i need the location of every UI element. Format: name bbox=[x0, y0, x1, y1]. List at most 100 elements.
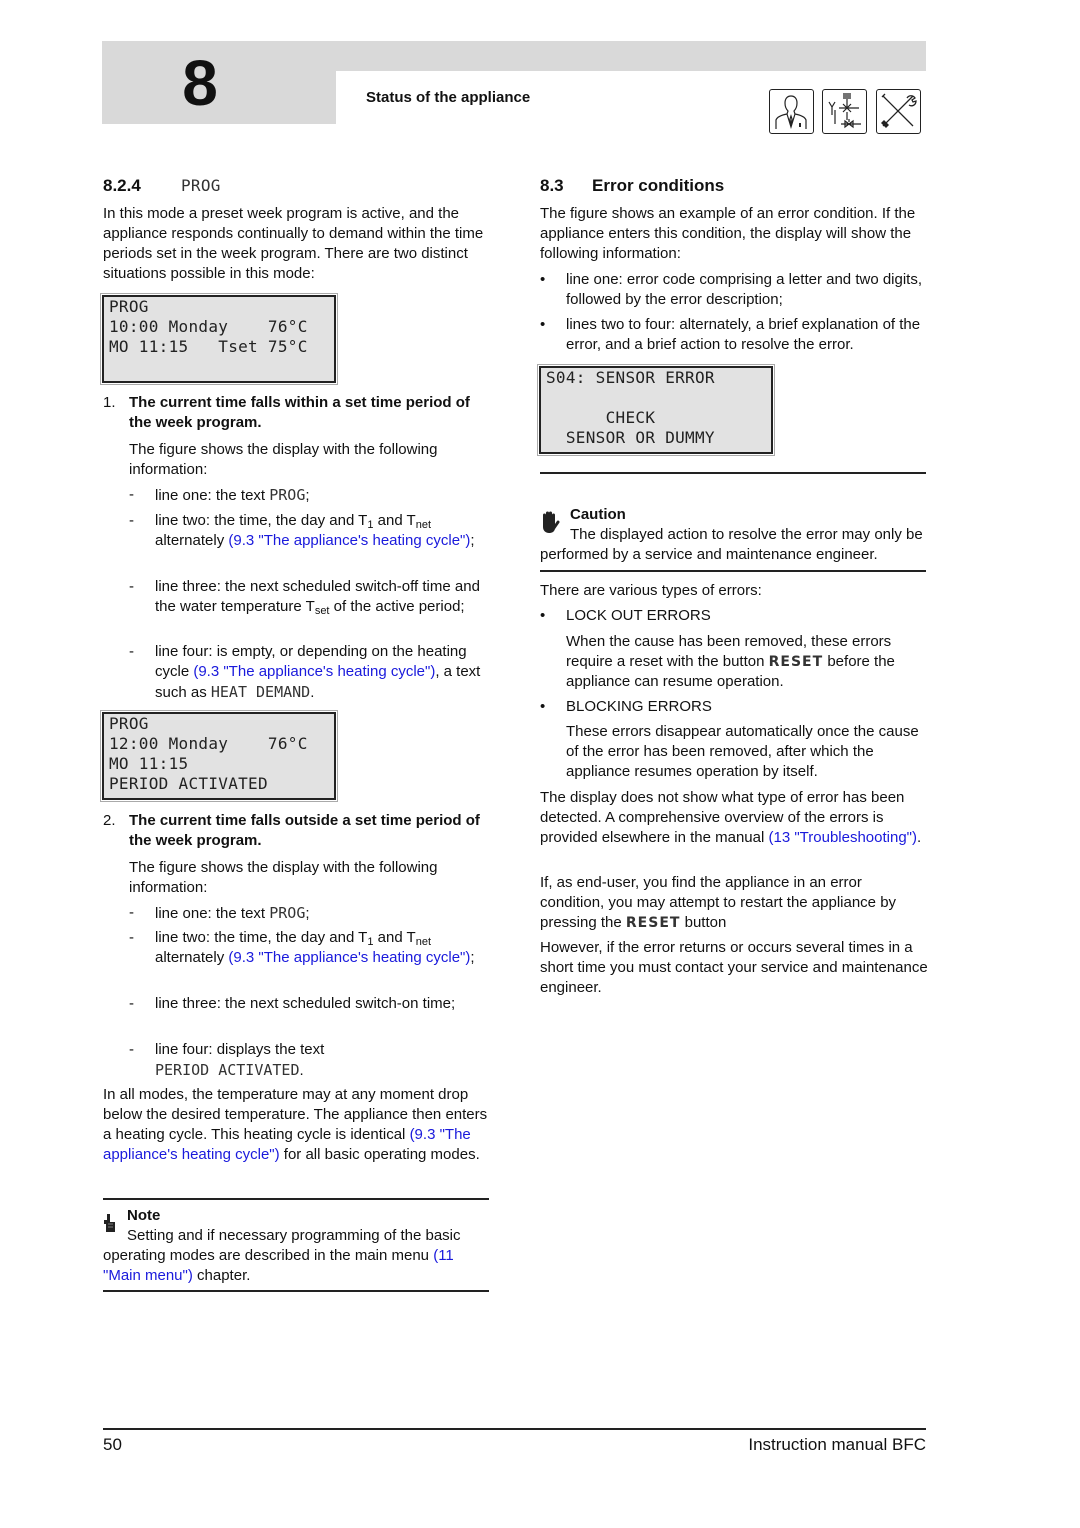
user-icon bbox=[769, 89, 814, 134]
error-type-item: • LOCK OUT ERRORS bbox=[540, 606, 926, 626]
text: alternately bbox=[155, 532, 229, 549]
lcd-text: PROG bbox=[269, 904, 306, 922]
text: ; bbox=[305, 487, 310, 504]
lcd-line: PROG bbox=[109, 714, 149, 733]
lcd-line: S04: SENSOR ERROR bbox=[546, 368, 715, 387]
item-1-desc: The figure shows the display with the fo… bbox=[129, 441, 438, 478]
dash-item: - line two: the time, the day and T1 and… bbox=[129, 929, 475, 966]
error-type-name: LOCK OUT ERRORS bbox=[566, 607, 711, 624]
item-title: The current time falls within a set time… bbox=[129, 394, 470, 431]
bullet-item: • lines two to four: alternately, a brief… bbox=[540, 315, 926, 355]
text: . bbox=[299, 1062, 304, 1079]
footer-divider bbox=[103, 1428, 926, 1430]
error-types-intro: There are various types of errors: bbox=[540, 582, 762, 599]
error-intro: The figure shows an example of an error … bbox=[540, 205, 916, 262]
lcd-line: PERIOD ACTIVATED bbox=[109, 774, 268, 793]
item-number: 1. bbox=[103, 394, 116, 411]
note-title: Note bbox=[127, 1207, 161, 1224]
lcd-line: CHECK bbox=[546, 408, 656, 427]
end-user-paragraph: If, as end-user, you find the appliance … bbox=[540, 873, 930, 933]
dash-item: - line two: the time, the day and T1 and… bbox=[129, 512, 475, 549]
bullet-item: • line one: error code comprising a lette… bbox=[540, 270, 926, 310]
lcd-line bbox=[546, 388, 771, 408]
caution-text: The displayed action to resolve the erro… bbox=[540, 526, 923, 563]
lcd-line: 12:00 Monday 76°C bbox=[109, 734, 308, 753]
subscript: net bbox=[415, 936, 432, 948]
link-heating-cycle[interactable]: (9.3 "The appliance's heating cycle") bbox=[228, 532, 470, 549]
section-heading-8-2-4: 8.2.4 PROG bbox=[103, 175, 221, 197]
reset-button-label: RESET bbox=[768, 654, 824, 670]
text: of the active period; bbox=[329, 598, 465, 615]
text: lines two to four: alternately, a brief … bbox=[566, 316, 921, 353]
text: line one: error code comprising a letter… bbox=[566, 271, 923, 308]
error-type-desc: When the cause has been removed, these e… bbox=[566, 632, 928, 692]
reset-button-label: RESET bbox=[625, 915, 681, 931]
divider bbox=[540, 570, 926, 572]
subscript: set bbox=[314, 605, 330, 617]
item-2-desc: The figure shows the display with the fo… bbox=[129, 859, 438, 896]
text: line one: the text bbox=[155, 487, 270, 504]
note-text: Setting and if necessary programming of … bbox=[103, 1226, 489, 1286]
chapter-number: 8 bbox=[182, 47, 218, 119]
lcd-display-prog-2: PROG 12:00 Monday 76°C MO 11:15 PERIOD A… bbox=[100, 710, 338, 802]
section-number: 8.3 bbox=[540, 176, 564, 195]
dash-item: - line one: the text PROG; bbox=[129, 904, 310, 922]
text: line three: the next scheduled switch-on… bbox=[155, 995, 456, 1012]
text: for all basic operating modes. bbox=[279, 1146, 480, 1163]
text: line four: displays the text bbox=[155, 1041, 325, 1058]
divider bbox=[103, 1290, 489, 1292]
section-title: PROG bbox=[181, 176, 221, 195]
text: ; bbox=[470, 949, 475, 966]
divider bbox=[103, 1198, 489, 1200]
text: and T bbox=[373, 512, 416, 529]
installer-valve-icon bbox=[822, 89, 867, 134]
link-heating-cycle[interactable]: (9.3 "The appliance's heating cycle") bbox=[193, 663, 435, 680]
link-troubleshooting[interactable]: (13 "Troubleshooting") bbox=[768, 829, 917, 846]
dash-item: - line three: the next scheduled switch-… bbox=[129, 578, 480, 617]
error-type-desc: These errors disappear automatically onc… bbox=[566, 723, 919, 780]
lcd-line bbox=[109, 357, 334, 377]
text: ; bbox=[305, 905, 310, 922]
service-tools-icon bbox=[876, 89, 921, 134]
page-number: 50 bbox=[103, 1435, 122, 1454]
text: . bbox=[310, 684, 315, 701]
text: line two: the time, the day and T bbox=[155, 512, 368, 529]
item-number: 2. bbox=[103, 812, 116, 829]
text: ; bbox=[470, 532, 475, 549]
lcd-display-error: S04: SENSOR ERROR CHECK SENSOR OR DUMMY bbox=[537, 364, 775, 456]
lcd-line: SENSOR OR DUMMY bbox=[546, 428, 715, 447]
subscript: net bbox=[415, 519, 432, 531]
error-type-name: BLOCKING ERRORS bbox=[566, 698, 712, 715]
overview-paragraph: The display does not show what type of e… bbox=[540, 788, 930, 848]
section-title: Error conditions bbox=[592, 176, 725, 195]
text: . bbox=[917, 829, 922, 846]
section-heading-8-3: 8.3 Error conditions bbox=[540, 175, 724, 197]
error-type-item: • BLOCKING ERRORS bbox=[540, 697, 926, 717]
numbered-item-1: 1. The current time falls within a set t… bbox=[103, 393, 489, 433]
lcd-text: HEAT DEMAND bbox=[210, 683, 311, 701]
lcd-line: MO 11:15 Tset 75°C bbox=[109, 337, 308, 356]
all-modes-paragraph: In all modes, the temperature may at any… bbox=[103, 1085, 489, 1165]
manual-title: Instruction manual BFC bbox=[748, 1435, 926, 1454]
text: line one: the text bbox=[155, 905, 270, 922]
divider bbox=[540, 472, 926, 474]
text: button bbox=[680, 914, 727, 931]
lcd-text: PERIOD ACTIVATED bbox=[155, 1061, 300, 1079]
lcd-line: PROG bbox=[109, 297, 149, 316]
text: alternately bbox=[155, 949, 229, 966]
item-title: The current time falls outside a set tim… bbox=[129, 812, 480, 849]
lcd-display-prog-1: PROG 10:00 Monday 76°C MO 11:15 Tset 75°… bbox=[100, 293, 338, 385]
dash-item: - line one: the text PROG; bbox=[129, 486, 310, 504]
chapter-title: Status of the appliance bbox=[366, 89, 531, 106]
text: and T bbox=[373, 929, 416, 946]
numbered-item-2: 2. The current time falls outside a set … bbox=[103, 811, 489, 851]
dash-item: - line four: is empty, or depending on t… bbox=[129, 643, 481, 701]
link-heating-cycle[interactable]: (9.3 "The appliance's heating cycle") bbox=[228, 949, 470, 966]
text: chapter. bbox=[192, 1267, 251, 1284]
lcd-line: 10:00 Monday 76°C bbox=[109, 317, 308, 336]
however-paragraph: However, if the error returns or occurs … bbox=[540, 939, 928, 996]
text: Setting and if necessary programming of … bbox=[103, 1227, 461, 1264]
dash-item: - line four: displays the text PERIOD ACT… bbox=[129, 1041, 325, 1079]
prog-intro: In this mode a preset week program is ac… bbox=[103, 205, 484, 282]
lcd-line: MO 11:15 bbox=[109, 754, 189, 773]
